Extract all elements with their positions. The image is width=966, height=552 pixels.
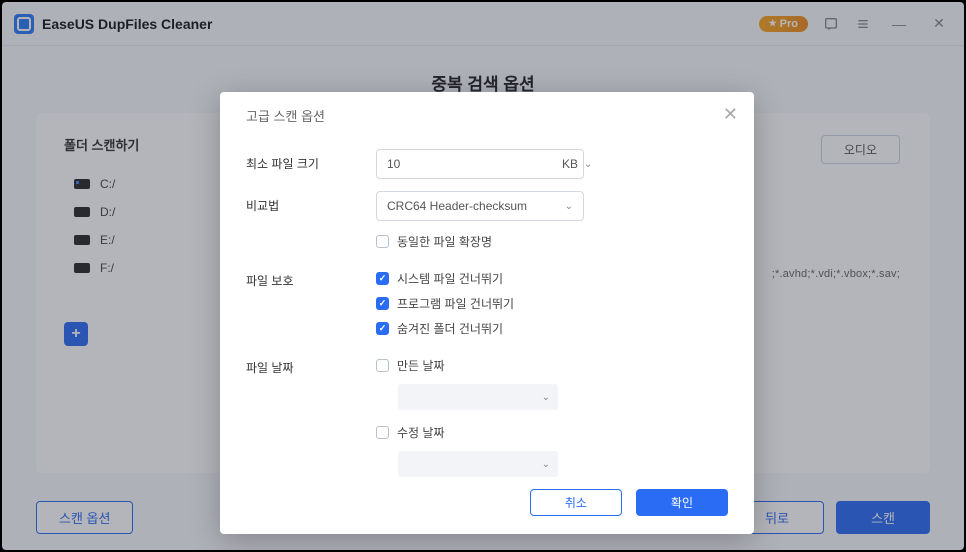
skip-system-checkbox[interactable]: [376, 272, 389, 285]
min-size-input[interactable]: [377, 157, 552, 171]
app-window: EaseUS DupFiles Cleaner Pro — ✕ 중복 검색 옵션…: [2, 2, 964, 550]
min-size-field: KB⌄: [376, 149, 584, 179]
skip-program-checkbox[interactable]: [376, 297, 389, 310]
modal-close-icon[interactable]: ✕: [723, 104, 738, 125]
created-date-input[interactable]: ⌄: [398, 384, 558, 410]
ok-button[interactable]: 확인: [636, 489, 728, 516]
min-size-label: 최소 파일 크기: [246, 149, 376, 172]
modified-date-input[interactable]: ⌄: [398, 451, 558, 477]
skip-hidden-checkbox[interactable]: [376, 322, 389, 335]
same-extension-checkbox[interactable]: [376, 235, 389, 248]
compare-label: 비교법: [246, 191, 376, 214]
chevron-down-icon: ⌄: [584, 159, 592, 170]
protect-label: 파일 보호: [246, 266, 376, 289]
same-extension-label: 동일한 파일 확장명: [397, 233, 492, 250]
advanced-scan-modal: 고급 스캔 옵션 ✕ 최소 파일 크기 KB⌄ 비교법 CRC64 Header…: [220, 92, 754, 534]
modal-title: 고급 스캔 옵션: [246, 106, 728, 125]
compare-method-select[interactable]: CRC64 Header-checksum⌄: [376, 191, 584, 221]
cancel-button[interactable]: 취소: [530, 489, 622, 516]
size-unit-select[interactable]: KB⌄: [552, 157, 602, 171]
date-label: 파일 날짜: [246, 353, 376, 376]
chevron-down-icon: ⌄: [565, 201, 573, 212]
chevron-down-icon: ⌄: [542, 459, 550, 470]
modified-date-checkbox[interactable]: [376, 426, 389, 439]
chevron-down-icon: ⌄: [542, 392, 550, 403]
created-date-checkbox[interactable]: [376, 359, 389, 372]
